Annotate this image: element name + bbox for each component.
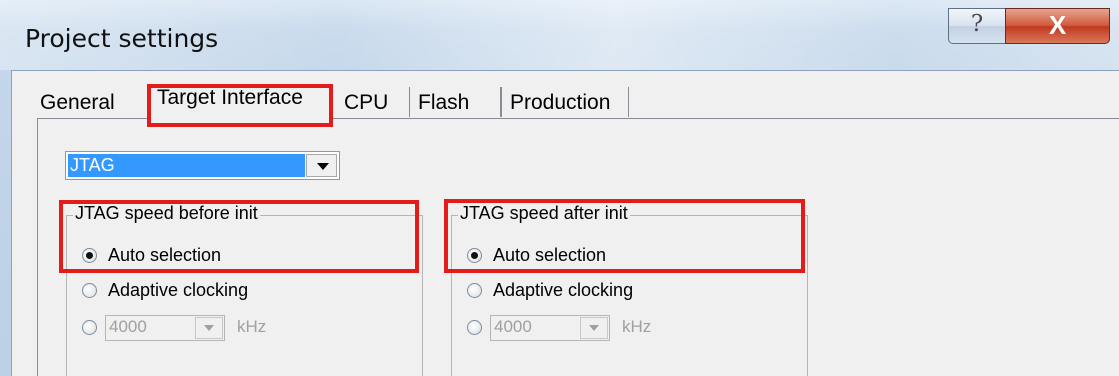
window-title: Project settings: [25, 24, 219, 53]
highlight-box-before-init: [59, 200, 419, 273]
close-icon: X: [1048, 10, 1067, 40]
tab-production[interactable]: Production: [501, 87, 629, 117]
speed-value: 4000: [109, 317, 147, 336]
window-frame-left: [0, 70, 11, 376]
interface-dropdown-value: JTAG: [68, 154, 305, 177]
speed-dropdown-after: 4000: [490, 315, 610, 341]
radio-icon[interactable]: [467, 283, 482, 298]
radio-icon[interactable]: [467, 320, 482, 335]
interface-dropdown[interactable]: JTAG: [65, 151, 340, 180]
chevron-down-icon: [580, 317, 608, 339]
radio-label: Adaptive clocking: [493, 280, 634, 300]
highlight-box-tab: [147, 84, 333, 127]
speed-value: 4000: [494, 317, 532, 336]
tab-cpu[interactable]: CPU: [332, 87, 404, 117]
chevron-down-icon[interactable]: [306, 154, 337, 177]
tab-flash[interactable]: Flash: [409, 87, 501, 117]
close-button[interactable]: X: [1005, 8, 1110, 44]
project-settings-window: Project settings ? X General Target Inte…: [0, 0, 1119, 376]
highlight-box-after-init: [444, 199, 805, 273]
radio-icon[interactable]: [82, 283, 97, 298]
tab-general[interactable]: General: [32, 87, 144, 117]
speed-unit: kHz: [622, 317, 652, 336]
radio-icon[interactable]: [82, 320, 97, 335]
help-button[interactable]: ?: [948, 8, 1006, 44]
speed-dropdown-before: 4000: [105, 315, 225, 341]
help-icon: ?: [970, 11, 984, 37]
radio-label: Adaptive clocking: [108, 280, 249, 300]
speed-unit: kHz: [237, 317, 267, 336]
chevron-down-icon: [195, 317, 223, 339]
